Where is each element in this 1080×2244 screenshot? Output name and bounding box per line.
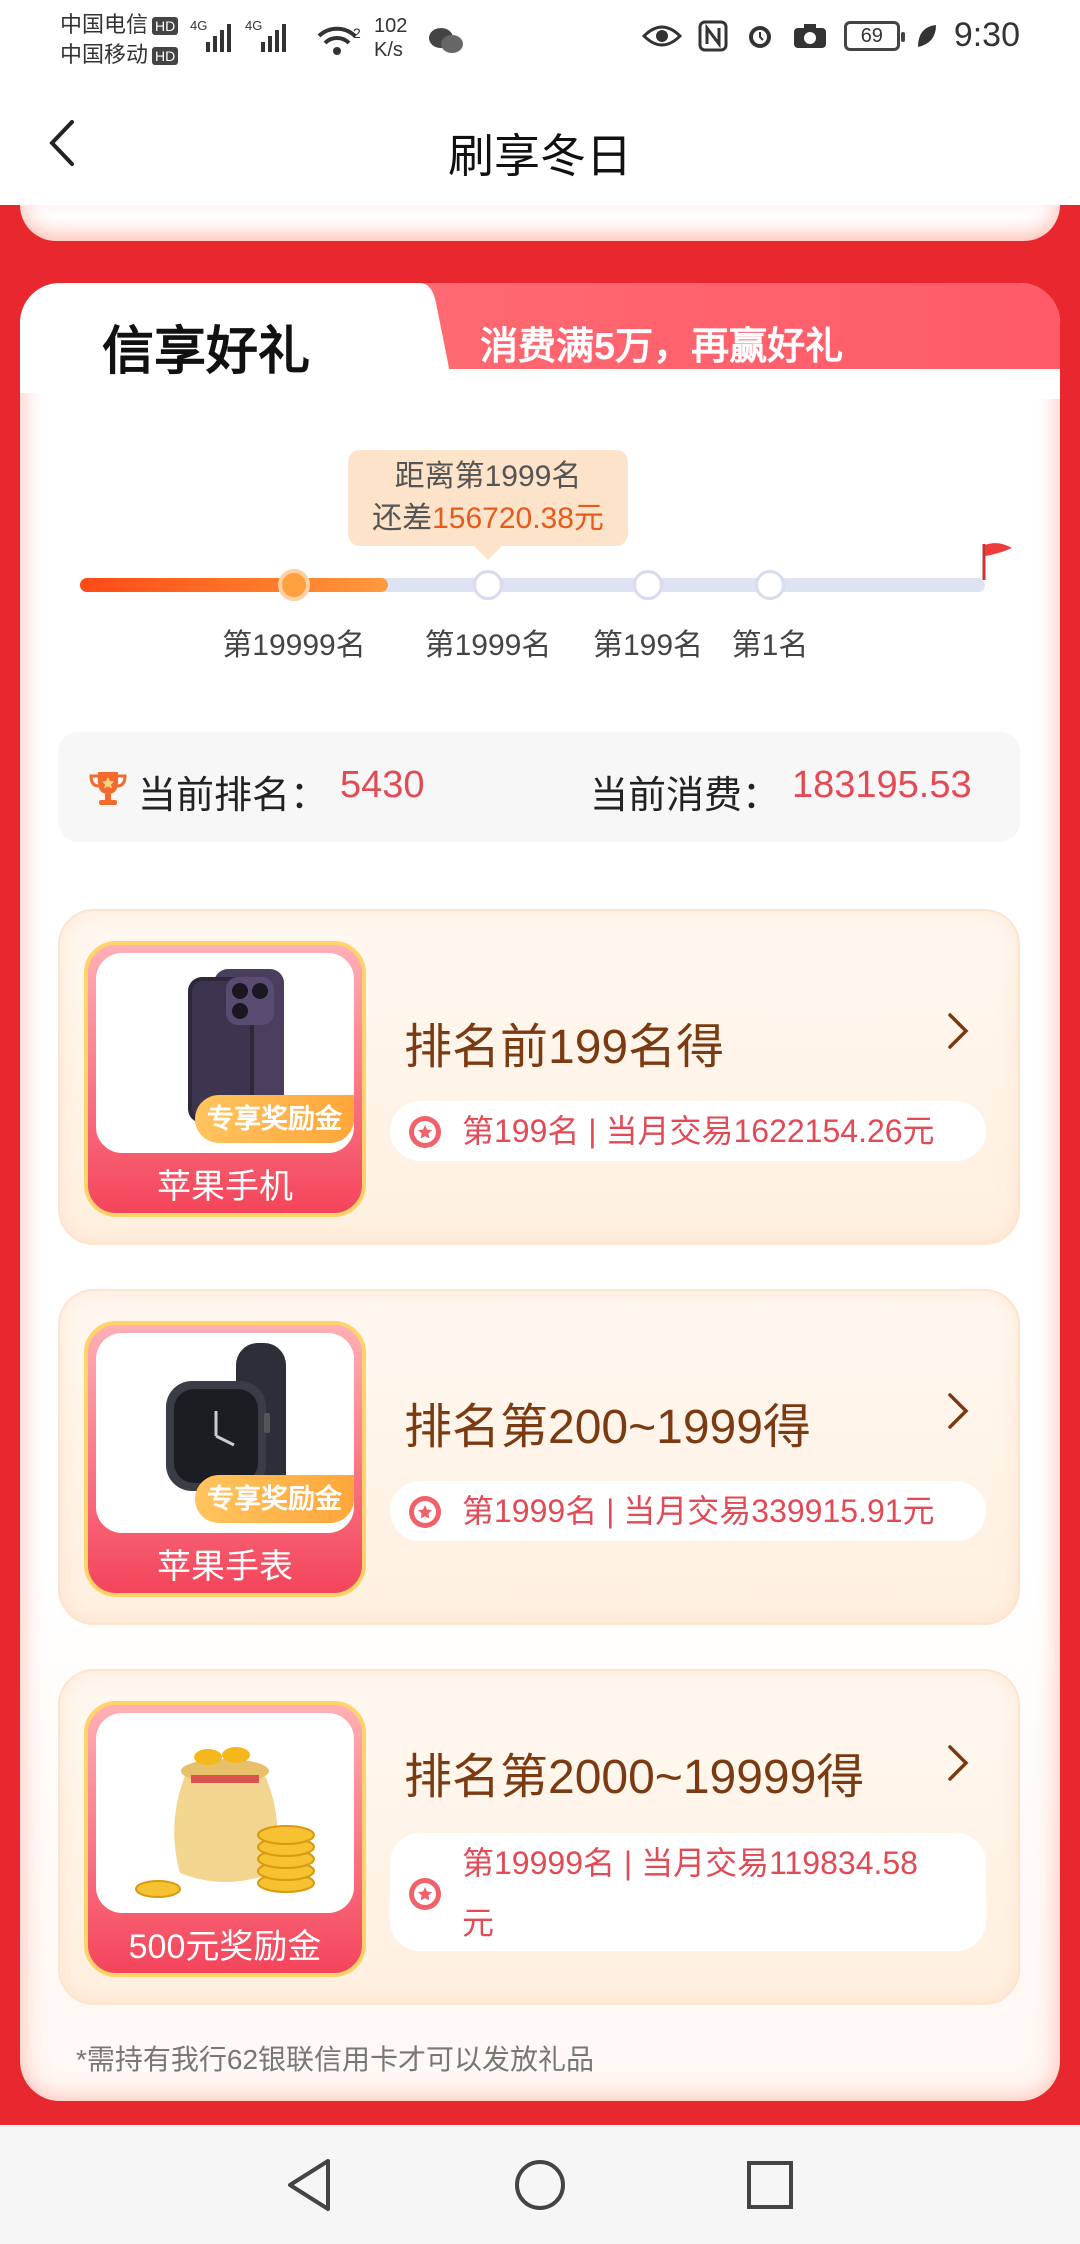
prize-thumb: 专享奖励金 苹果手机 xyxy=(84,941,366,1217)
prize-card-iphone[interactable]: 专享奖励金 苹果手机 排名前199名得 第199名 | 当月交易1622154.… xyxy=(58,909,1020,1245)
prize-thumb-name: 苹果手机 xyxy=(157,1168,293,1206)
prize-card-cash[interactable]: 500元奖励金 排名第2000~19999得 第19999名 | 当月交易119… xyxy=(58,1669,1020,2005)
prize-detail: 第1999名 | 当月交易339915.91元 xyxy=(390,1481,986,1541)
chevron-right-icon[interactable] xyxy=(946,1743,970,1783)
battery-icon: 69 xyxy=(843,20,905,51)
network-type: 4G xyxy=(190,18,208,33)
nav-bar: 刷享冬日 xyxy=(0,80,1080,205)
trophy-icon xyxy=(89,772,127,805)
tooltip-line1: 距离第1999名 xyxy=(394,460,582,493)
rank-progress-fill xyxy=(80,578,388,592)
prize-detail: 第19999名 | 当月交易119834.58 元 xyxy=(390,1833,986,1951)
nfc-icon xyxy=(698,20,728,51)
camera-icon xyxy=(793,23,826,48)
progress-node xyxy=(473,570,503,600)
rank-panel: 当前排名： 5430 当前消费： 183195.53 xyxy=(58,732,1020,842)
nav-recents-icon[interactable] xyxy=(745,2157,795,2213)
rank-value: 5430 xyxy=(340,764,425,806)
progress-node-current xyxy=(278,569,310,601)
system-nav-bar xyxy=(0,2125,1080,2244)
distance-tooltip: 距离第1999名 还差156720.38元 xyxy=(348,450,628,546)
carrier-info: 中国电信 HD 中国移动 HD xyxy=(60,10,179,70)
medal-icon xyxy=(409,1878,441,1910)
rank-label: 当前排名： xyxy=(138,775,329,817)
signal-icon: 4G xyxy=(190,18,231,52)
prize-thumb: 专享奖励金 苹果手表 xyxy=(84,1321,366,1597)
flag-icon xyxy=(982,543,1012,580)
nav-home-icon[interactable] xyxy=(513,2157,567,2213)
eye-icon xyxy=(641,25,682,46)
clock: 9:30 xyxy=(953,16,1020,54)
page-title: 刷享冬日 xyxy=(448,130,632,182)
nav-back-icon[interactable] xyxy=(284,2157,334,2213)
prize-detail-text: 第199名 | 当月交易1622154.26元 xyxy=(462,1113,935,1149)
prize-thumb: 500元奖励金 xyxy=(84,1701,366,1977)
network-type: 4G xyxy=(245,18,263,33)
prize-badge: 专享奖励金 xyxy=(195,1475,354,1523)
chevron-right-icon[interactable] xyxy=(946,1391,970,1431)
prize-badge: 专享奖励金 xyxy=(195,1095,354,1143)
wifi-icon: 2 xyxy=(317,25,361,55)
wechat-icon xyxy=(429,28,463,53)
net-speed-unit: K/s xyxy=(374,39,403,61)
spend-label: 当前消费： xyxy=(590,775,781,817)
tooltip-prefix: 还差 xyxy=(372,502,433,535)
status-bar: 中国电信 HD 中国移动 HD 4G 4G 2 102 K/s 69 9:30 xyxy=(0,0,1080,80)
prize-title: 排名第2000~19999得 xyxy=(404,1751,865,1804)
prize-thumb-name: 苹果手表 xyxy=(157,1548,293,1586)
chevron-right-icon[interactable] xyxy=(946,1011,970,1051)
tooltip-line2: 还差156720.38元 xyxy=(348,498,628,540)
tooltip-suffix: 元 xyxy=(573,502,604,535)
medal-icon xyxy=(409,1496,441,1528)
signal-icon: 4G xyxy=(245,18,286,52)
medal-icon xyxy=(409,1116,441,1148)
prize-detail-line1: 第19999名 | 当月交易119834.58 xyxy=(462,1845,918,1881)
wifi-sup: 2 xyxy=(353,25,361,41)
tooltip-amount: 156720.38 xyxy=(432,502,574,535)
net-speed-value: 102 xyxy=(374,15,408,37)
hd-badge-2: HD xyxy=(152,47,179,66)
progress-node xyxy=(633,570,663,600)
milestone-label: 第1名 xyxy=(731,629,809,662)
milestone-label: 第19999名 xyxy=(222,629,366,662)
prize-title: 排名前199名得 xyxy=(404,1021,725,1074)
signal-indicators: 4G 4G xyxy=(190,18,286,52)
prize-card-watch[interactable]: 专享奖励金 苹果手表 排名第200~1999得 第1999名 | 当月交易339… xyxy=(58,1289,1020,1625)
prize-detail-text: 第1999名 | 当月交易339915.91元 xyxy=(462,1493,935,1529)
carrier-2: 中国移动 xyxy=(60,42,149,67)
tab-active-label: 信享好礼 xyxy=(102,323,311,381)
carrier-1: 中国电信 xyxy=(60,12,149,37)
prize-detail: 第199名 | 当月交易1622154.26元 xyxy=(390,1101,986,1161)
spend-value: 183195.53 xyxy=(792,764,972,806)
footnote: *需持有我行62银联信用卡才可以发放礼品 xyxy=(76,2044,595,2075)
tab-active[interactable]: 信享好礼 xyxy=(20,283,420,393)
tab-banner-label[interactable]: 消费满5万，再赢好礼 xyxy=(480,315,843,370)
milestone-label: 第1999名 xyxy=(424,629,552,662)
net-speed: 102 K/s xyxy=(374,14,407,62)
prize-detail-line2: 元 xyxy=(462,1905,495,1941)
prize-title: 排名第200~1999得 xyxy=(404,1401,811,1454)
tab-bottom-fill xyxy=(400,369,1060,399)
progress-node xyxy=(755,570,785,600)
status-right: 69 9:30 xyxy=(641,16,1020,55)
prize-image xyxy=(96,1713,354,1913)
leaf-icon xyxy=(917,24,936,47)
hd-badge-1: HD xyxy=(152,17,179,36)
money-bag-icon xyxy=(135,1747,315,1898)
tooltip-arrow xyxy=(474,546,502,560)
milestone-label: 第199名 xyxy=(592,629,704,662)
previous-card-edge xyxy=(20,205,1060,241)
prize-thumb-name: 500元奖励金 xyxy=(128,1928,322,1966)
alarm-icon xyxy=(748,25,771,48)
